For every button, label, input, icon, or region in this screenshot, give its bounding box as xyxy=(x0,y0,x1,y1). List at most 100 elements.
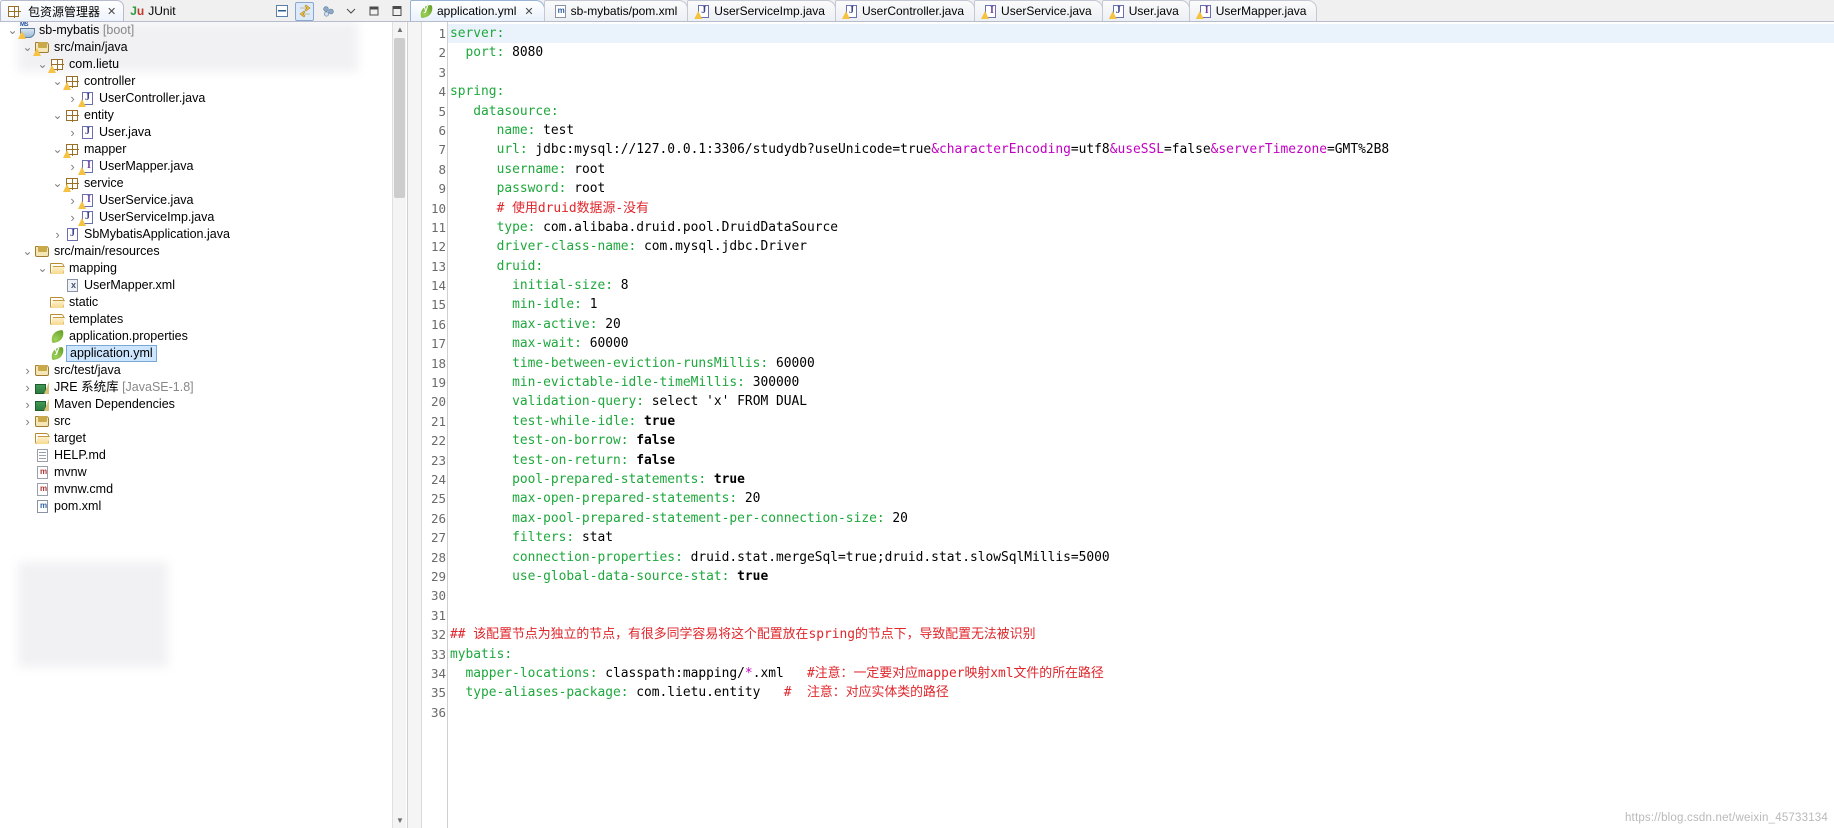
code-line-15[interactable]: min-idle: 1 xyxy=(448,295,1834,314)
code-line-16[interactable]: max-active: 20 xyxy=(448,315,1834,334)
editor-code-area[interactable]: server: port: 8080 spring: datasource: n… xyxy=(448,22,1834,828)
editor-tab-user-java[interactable]: User.java xyxy=(1101,0,1190,21)
view-tab-package-explorer[interactable]: 包资源管理器 ✕ xyxy=(0,0,125,21)
code-line-34[interactable]: mapper-locations: classpath:mapping/*.xm… xyxy=(448,664,1834,683)
tree-item-userserviceimp-java[interactable]: › UserServiceImp.java xyxy=(0,209,407,226)
code-line-3[interactable] xyxy=(448,63,1834,82)
editor-tab-userserviceimp-java[interactable]: UserServiceImp.java xyxy=(687,0,836,21)
scroll-down-icon[interactable]: ▼ xyxy=(393,813,407,828)
code-line-26[interactable]: max-pool-prepared-statement-per-connecti… xyxy=(448,509,1834,528)
code-line-1[interactable]: server: xyxy=(448,24,1834,44)
editor-tab-usercontroller-java[interactable]: UserController.java xyxy=(834,0,976,21)
tree-scrollbar[interactable]: ▲ ▼ xyxy=(392,22,406,828)
code-line-33[interactable]: mybatis: xyxy=(448,645,1834,664)
tree-item-application-yml[interactable]: application.yml xyxy=(0,345,407,362)
tree-item-target[interactable]: target xyxy=(0,430,407,447)
maximize-icon[interactable] xyxy=(387,2,406,21)
code-line-8[interactable]: username: root xyxy=(448,160,1834,179)
tree-item-com-lietu[interactable]: ⌄ com.lietu xyxy=(0,56,407,73)
code-line-12[interactable]: driver-class-name: com.mysql.jdbc.Driver xyxy=(448,237,1834,256)
code-line-4[interactable]: spring: xyxy=(448,82,1834,101)
view-menu-icon[interactable] xyxy=(318,2,337,21)
editor-tab-sb-mybatis-pom-xml[interactable]: sb-mybatis/pom.xml xyxy=(543,0,689,21)
code-line-30[interactable] xyxy=(448,586,1834,605)
link-with-editor-icon[interactable] xyxy=(295,1,314,21)
tree-item-usermapper-java[interactable]: › UserMapper.java xyxy=(0,158,407,175)
code-line-36[interactable] xyxy=(448,703,1834,722)
chevron-down-icon[interactable]: ⌄ xyxy=(21,41,34,53)
scroll-up-icon[interactable]: ▲ xyxy=(393,22,407,37)
code-line-10[interactable]: # 使用druid数据源-没有 xyxy=(448,199,1834,218)
tree-item-templates[interactable]: templates xyxy=(0,311,407,328)
tree-item-help-md[interactable]: HELP.md xyxy=(0,447,407,464)
tree-item-src-main-resources[interactable]: ⌄ src/main/resources xyxy=(0,243,407,260)
tree-item-maven-dependencies[interactable]: › Maven Dependencies xyxy=(0,396,407,413)
tree-item-service[interactable]: ⌄ service xyxy=(0,175,407,192)
code-line-22[interactable]: test-on-borrow: false xyxy=(448,431,1834,450)
tree-item-src[interactable]: › src xyxy=(0,413,407,430)
collapse-all-icon[interactable] xyxy=(272,2,291,21)
code-line-19[interactable]: min-evictable-idle-timeMillis: 300000 xyxy=(448,373,1834,392)
tree-item-mapper[interactable]: ⌄ mapper xyxy=(0,141,407,158)
chevron-down-icon[interactable]: ⌄ xyxy=(51,143,64,155)
chevron-down-icon[interactable]: ⌄ xyxy=(21,245,34,257)
tree-item-src-test-java[interactable]: › src/test/java xyxy=(0,362,407,379)
tree-item-pom-xml[interactable]: pom.xml xyxy=(0,498,407,515)
chevron-right-icon[interactable]: › xyxy=(66,91,79,106)
code-line-24[interactable]: pool-prepared-statements: true xyxy=(448,470,1834,489)
chevron-down-icon[interactable]: ⌄ xyxy=(36,58,49,70)
editor-tab-application-yml[interactable]: application.yml ✕ xyxy=(410,0,545,21)
tree-item-jre-[interactable]: › JRE 系统库 [JavaSE-1.8] xyxy=(0,379,407,396)
code-line-32[interactable]: ## 该配置节点为独立的节点，有很多同学容易将这个配置放在spring的节点下，… xyxy=(448,625,1834,644)
view-tab-junit[interactable]: Ju JUnit xyxy=(124,0,182,21)
chevron-right-icon[interactable]: › xyxy=(66,193,79,208)
tree-item-user-java[interactable]: › User.java xyxy=(0,124,407,141)
code-line-2[interactable]: port: 8080 xyxy=(448,43,1834,62)
code-line-6[interactable]: name: test xyxy=(448,121,1834,140)
code-line-11[interactable]: type: com.alibaba.druid.pool.DruidDataSo… xyxy=(448,218,1834,237)
code-line-7[interactable]: url: jdbc:mysql://127.0.0.1:3306/studydb… xyxy=(448,140,1834,159)
code-line-27[interactable]: filters: stat xyxy=(448,528,1834,547)
close-icon[interactable]: ✕ xyxy=(107,5,116,18)
chevron-right-icon[interactable]: › xyxy=(21,380,34,395)
tree-item-src-main-java[interactable]: ⌄ src/main/java xyxy=(0,39,407,56)
code-line-18[interactable]: time-between-eviction-runsMillis: 60000 xyxy=(448,354,1834,373)
chevron-right-icon[interactable]: › xyxy=(21,397,34,412)
code-line-29[interactable]: use-global-data-source-stat: true xyxy=(448,567,1834,586)
chevron-down-icon[interactable]: ⌄ xyxy=(51,109,64,121)
tree-item-sb-mybatis[interactable]: ⌄ sb-mybatis [boot] xyxy=(0,22,407,39)
chevron-down-icon[interactable]: ⌄ xyxy=(51,177,64,189)
chevron-down-icon[interactable] xyxy=(341,2,360,21)
tree-item-usercontroller-java[interactable]: › UserController.java xyxy=(0,90,407,107)
code-line-17[interactable]: max-wait: 60000 xyxy=(448,334,1834,353)
tree-item-application-properties[interactable]: application.properties xyxy=(0,328,407,345)
tree-item-mvnw[interactable]: mvnw xyxy=(0,464,407,481)
chevron-right-icon[interactable]: › xyxy=(51,227,64,242)
chevron-right-icon[interactable]: › xyxy=(21,363,34,378)
tree-item-sbmybatisapplication-java[interactable]: › SbMybatisApplication.java xyxy=(0,226,407,243)
editor-tab-usermapper-java[interactable]: UserMapper.java xyxy=(1188,0,1318,21)
chevron-down-icon[interactable]: ⌄ xyxy=(6,24,19,36)
tree-item-entity[interactable]: ⌄ entity xyxy=(0,107,407,124)
chevron-right-icon[interactable]: › xyxy=(21,414,34,429)
code-line-20[interactable]: validation-query: select 'x' FROM DUAL xyxy=(448,392,1834,411)
code-line-9[interactable]: password: root xyxy=(448,179,1834,198)
yaml-editor[interactable]: 1 2 3 4 5 6 7 8 9 10 11 12 13 14 15 16 17 18 19 20 21 22 23 24 2… xyxy=(408,22,1834,828)
editor-tab-userservice-java[interactable]: UserService.java xyxy=(974,0,1103,21)
close-icon[interactable]: ✕ xyxy=(524,5,533,18)
code-line-5[interactable]: datasource: xyxy=(448,102,1834,121)
chevron-right-icon[interactable]: › xyxy=(66,210,79,225)
code-line-25[interactable]: max-open-prepared-statements: 20 xyxy=(448,489,1834,508)
code-line-28[interactable]: connection-properties: druid.stat.mergeS… xyxy=(448,548,1834,567)
chevron-down-icon[interactable]: ⌄ xyxy=(36,262,49,274)
code-line-21[interactable]: test-while-idle: true xyxy=(448,412,1834,431)
code-line-31[interactable] xyxy=(448,606,1834,625)
code-line-35[interactable]: type-aliases-package: com.lietu.entity #… xyxy=(448,683,1834,702)
code-line-14[interactable]: initial-size: 8 xyxy=(448,276,1834,295)
minimize-icon[interactable] xyxy=(364,2,383,21)
editor-marker-gutter[interactable] xyxy=(408,22,422,828)
tree-item-userservice-java[interactable]: › UserService.java xyxy=(0,192,407,209)
tree-item-static[interactable]: static xyxy=(0,294,407,311)
chevron-right-icon[interactable]: › xyxy=(66,159,79,174)
tree-item-controller[interactable]: ⌄ controller xyxy=(0,73,407,90)
